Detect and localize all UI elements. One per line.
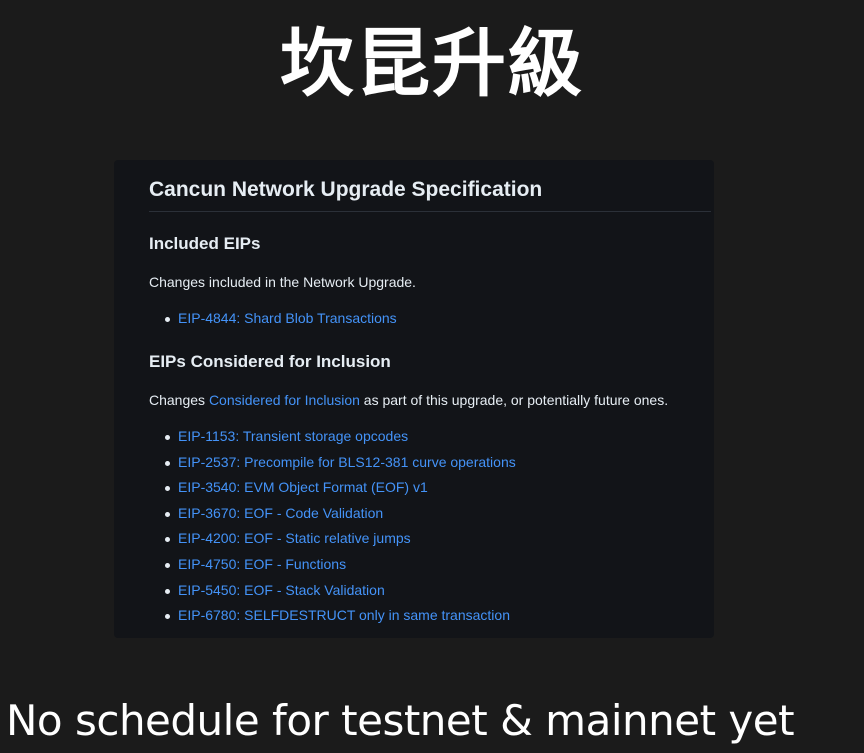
- description-suffix: as part of this upgrade, or potentially …: [359, 392, 669, 408]
- eip-4200-link[interactable]: EIP-4200: EOF - Static relative jumps: [178, 530, 411, 546]
- list-item: EIP-6780: SELFDESTRUCT only in same tran…: [162, 603, 516, 629]
- list-item: EIP-4844: Shard Blob Transactions: [162, 306, 397, 332]
- document-panel: Cancun Network Upgrade Specification Inc…: [114, 160, 714, 638]
- bullet-icon: [165, 435, 170, 440]
- bullet-icon: [165, 511, 170, 517]
- bullet-icon: [165, 486, 170, 492]
- considered-eips-heading: EIPs Considered for Inclusion: [149, 352, 391, 371]
- considered-eips-description: Changes Considered for Inclusion as part…: [149, 392, 668, 408]
- eip-3540-link[interactable]: EIP-3540: EVM Object Format (EOF) v1: [178, 479, 428, 495]
- included-eips-list: EIP-4844: Shard Blob Transactions: [162, 306, 397, 332]
- bullet-icon: [165, 588, 170, 594]
- list-item: EIP-3670: EOF - Code Validation: [162, 501, 516, 527]
- bullet-icon: [165, 537, 170, 543]
- eip-4844-link[interactable]: EIP-4844: Shard Blob Transactions: [178, 310, 397, 326]
- bullet-icon: [165, 460, 170, 466]
- eip-4750-link[interactable]: EIP-4750: EOF - Functions: [178, 556, 346, 572]
- description-prefix: Changes: [149, 392, 209, 408]
- heading-divider: [149, 211, 711, 212]
- bullet-icon: [165, 614, 170, 620]
- considered-eips-list: EIP-1153: Transient storage opcodes EIP-…: [162, 424, 516, 629]
- eip-3670-link[interactable]: EIP-3670: EOF - Code Validation: [178, 505, 383, 521]
- list-item: EIP-3540: EVM Object Format (EOF) v1: [162, 475, 516, 501]
- bullet-icon: [165, 317, 170, 322]
- eip-2537-link[interactable]: EIP-2537: Precompile for BLS12-381 curve…: [178, 454, 516, 470]
- document-heading: Cancun Network Upgrade Specification: [149, 178, 543, 201]
- considered-for-inclusion-link[interactable]: Considered for Inclusion: [209, 392, 360, 408]
- list-item: EIP-2537: Precompile for BLS12-381 curve…: [162, 450, 516, 476]
- slide-title: 坎昆升級: [280, 21, 584, 107]
- eip-5450-link[interactable]: EIP-5450: EOF - Stack Validation: [178, 582, 385, 598]
- list-item: EIP-4750: EOF - Functions: [162, 552, 516, 578]
- bullet-icon: [165, 562, 170, 568]
- slide-caption: No schedule for testnet & mainnet yet: [6, 696, 795, 745]
- list-item: EIP-5450: EOF - Stack Validation: [162, 578, 516, 604]
- eip-1153-link[interactable]: EIP-1153: Transient storage opcodes: [178, 428, 408, 444]
- included-eips-description: Changes included in the Network Upgrade.: [149, 274, 416, 290]
- included-eips-heading: Included EIPs: [149, 234, 261, 253]
- eip-6780-link[interactable]: EIP-6780: SELFDESTRUCT only in same tran…: [178, 607, 510, 623]
- list-item: EIP-1153: Transient storage opcodes: [162, 424, 516, 450]
- list-item: EIP-4200: EOF - Static relative jumps: [162, 526, 516, 552]
